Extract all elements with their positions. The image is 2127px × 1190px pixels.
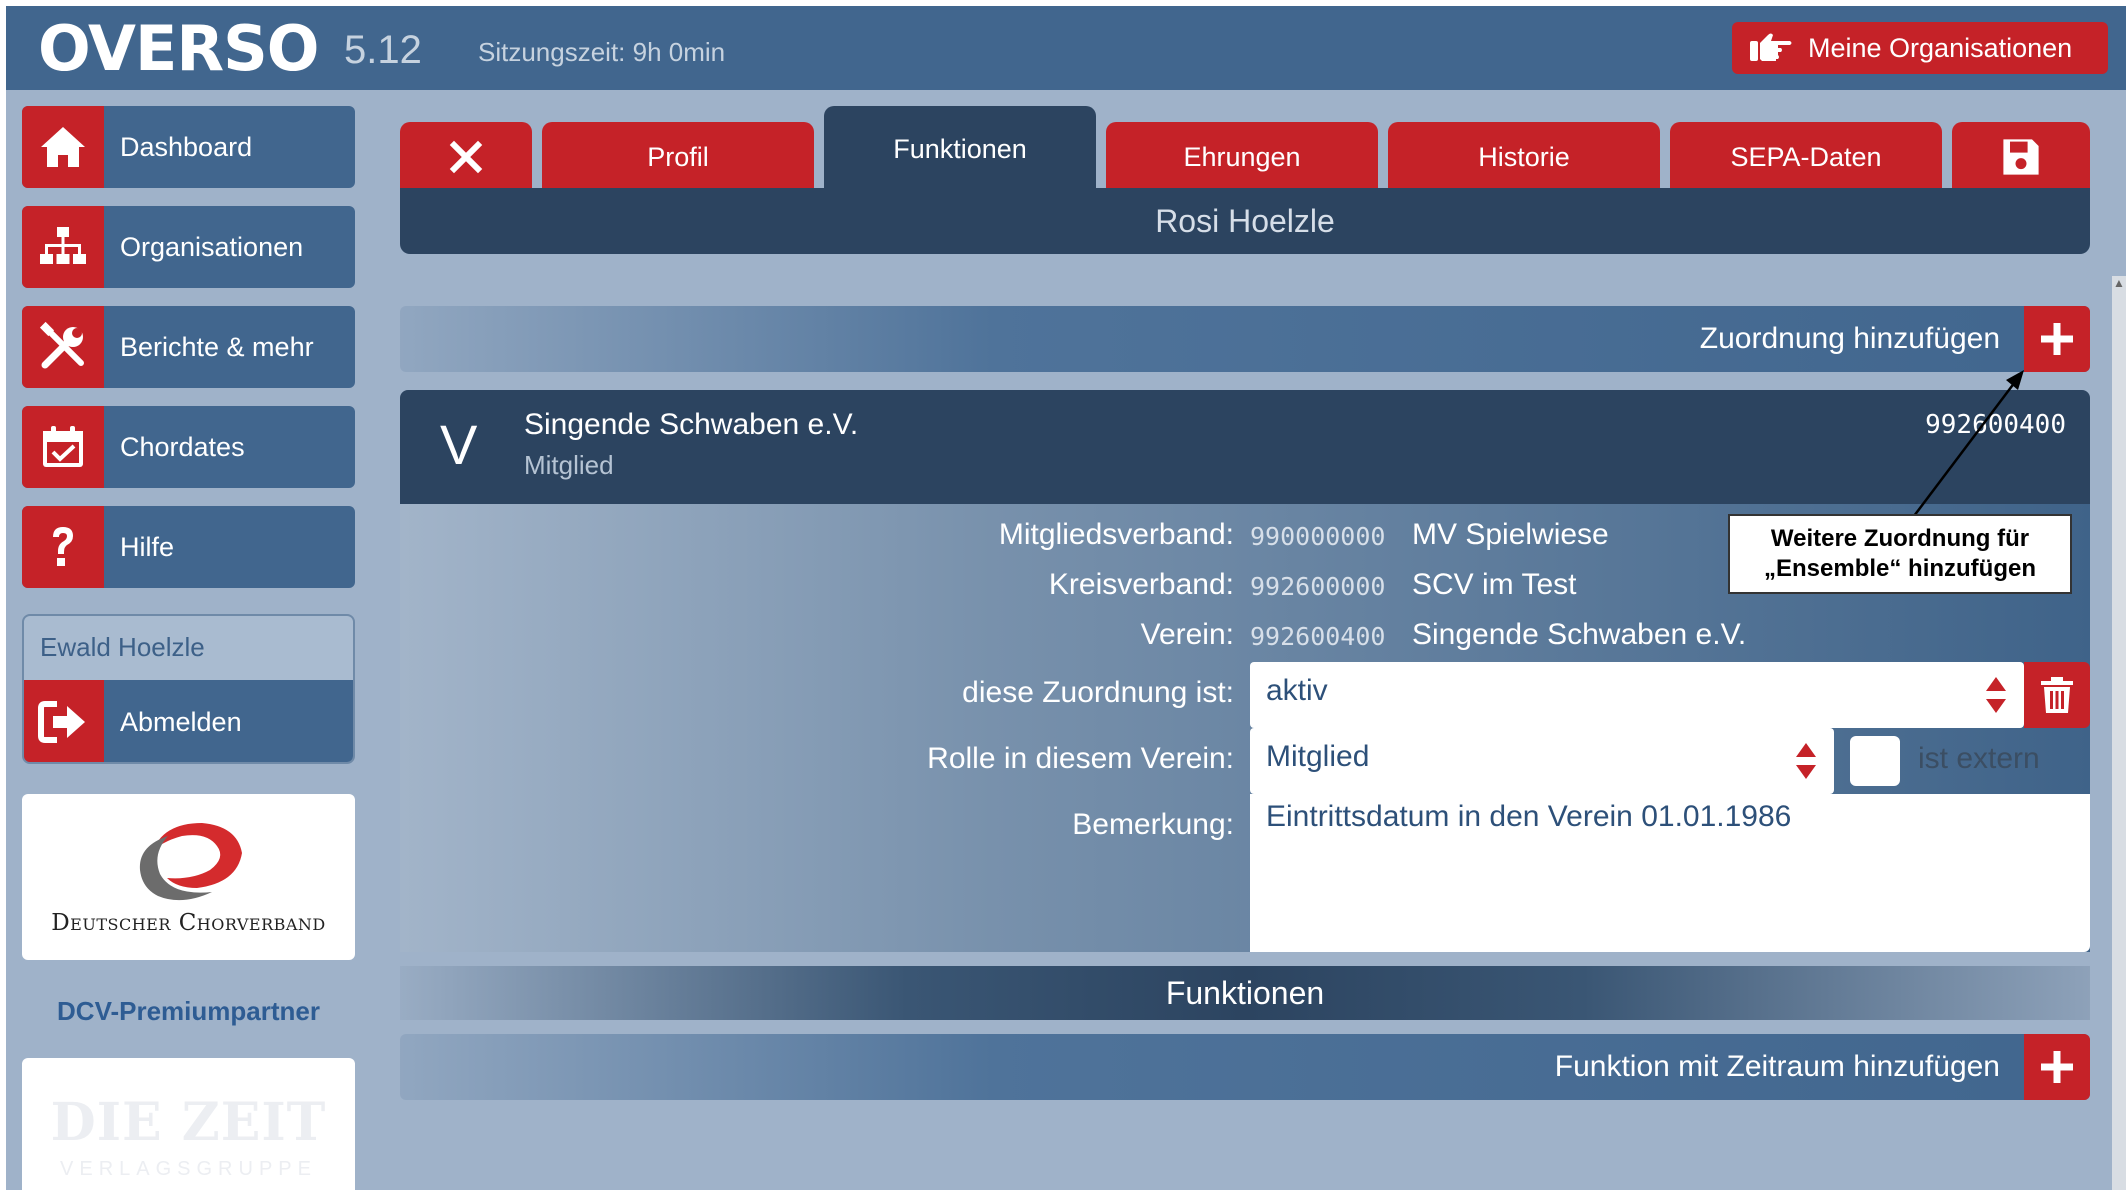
vertical-scrollbar[interactable] [2112, 276, 2126, 1190]
plus-icon [2041, 1051, 2073, 1083]
annotation-arrow-icon [1913, 370, 2024, 517]
mitgliedsverband-name: MV Spielwiese [1412, 518, 1609, 551]
sidebar-item-label: Chordates [120, 431, 245, 462]
add-function-button[interactable] [2024, 1034, 2090, 1100]
sidebar-item-label: Hilfe [120, 531, 175, 562]
app-window: OVERSO 5.12 Sitzungszeit: 9h 0min Meine … [6, 6, 2126, 1190]
status-select[interactable]: aktiv [1250, 662, 2024, 728]
annotation-callout: Weitere Zuordnung für „Ensemble“ hinzufü… [1728, 514, 2072, 594]
sidebar-item-label: Berichte & mehr [120, 331, 314, 362]
home-icon [41, 127, 85, 167]
add-function-label: Funktion mit Zeitraum hinzufügen [1554, 1050, 2000, 1083]
kreisverband-label: Kreisverband: [1048, 568, 1234, 601]
app-logo: OVERSO [38, 12, 319, 85]
sidebar-item-dashboard[interactable]: Dashboard [22, 106, 355, 188]
add-assignment-bar: Zuordnung hinzufügen [400, 306, 2090, 372]
org-role: Mitglied [524, 450, 614, 480]
zeit-logo: DIE ZEIT VERLAGSGRUPPE [22, 1058, 355, 1190]
save-button[interactable] [1952, 122, 2090, 192]
mitgliedsverband-label: Mitgliedsverband: [998, 518, 1234, 551]
my-organizations-button[interactable]: Meine Organisationen [1732, 22, 2108, 74]
user-name: Ewald Hoelzle [40, 632, 205, 662]
sidebar-item-organisationen[interactable]: Organisationen [22, 206, 355, 288]
verein-number: 992600400 [1250, 622, 1386, 651]
person-name-title: Rosi Hoelzle [400, 188, 2090, 254]
add-assignment-button[interactable] [2024, 306, 2090, 372]
sidebar-item-berichte[interactable]: Berichte & mehr [22, 306, 355, 388]
role-value: Mitglied [1266, 740, 1370, 773]
remark-label: Bemerkung: [1072, 808, 1234, 841]
user-box: Ewald Hoelzle Abmelden [22, 614, 355, 764]
dcv-swoosh-icon [139, 823, 242, 901]
sidebar-item-label: Organisationen [120, 231, 304, 262]
sidebar-item-hilfe[interactable]: Hilfe [22, 506, 355, 588]
zeit-logo-text: DIE ZEIT [50, 1092, 327, 1153]
tab-funktionen[interactable]: Funktionen [824, 106, 1096, 192]
tab-profil[interactable]: Profil [542, 122, 814, 192]
session-time: Sitzungszeit: 9h 0min [478, 37, 726, 67]
extern-checkbox[interactable] [1850, 736, 1900, 786]
sign-out-icon [38, 701, 85, 743]
save-icon [2003, 139, 2039, 175]
role-label: Rolle in diesem Verein: [927, 742, 1234, 775]
calendar-check-icon [43, 426, 83, 467]
role-select[interactable]: Mitglied [1250, 728, 1834, 794]
org-type-letter: V [440, 413, 478, 476]
delete-assignment-button[interactable] [2024, 662, 2090, 728]
trash-icon [2041, 677, 2073, 713]
remark-textarea[interactable]: Eintrittsdatum in den Verein 01.01.1986 [1250, 794, 2090, 952]
dcv-logo: Deutscher Chorverband [22, 794, 355, 960]
verein-label: Verein: [1140, 618, 1234, 651]
status-value: aktiv [1266, 674, 1328, 707]
tab-ehrungen[interactable]: Ehrungen [1106, 122, 1378, 192]
tools-icon [39, 321, 84, 369]
add-function-bar: Funktion mit Zeitraum hinzufügen [400, 1034, 2090, 1100]
dcv-logo-text: Deutscher Chorverband [51, 910, 326, 936]
select-arrows-icon [1986, 677, 2006, 713]
logout-label: Abmelden [120, 706, 242, 737]
annotation-line-2: „Ensemble“ hinzufügen [1763, 555, 2036, 582]
tab-sepa-daten[interactable]: SEPA-Daten [1670, 122, 1942, 192]
mitgliedsverband-number: 990000000 [1250, 522, 1386, 551]
close-icon [449, 140, 483, 174]
functions-heading: Funktionen [400, 966, 2090, 1020]
close-tab-button[interactable] [400, 122, 532, 192]
add-assignment-label: Zuordnung hinzufügen [1699, 322, 2000, 355]
sidebar-item-label: Dashboard [120, 131, 253, 162]
top-bar: OVERSO 5.12 Sitzungszeit: 9h 0min Meine … [6, 6, 2126, 90]
zeit-logo-subtext: VERLAGSGRUPPE [60, 1158, 317, 1180]
verein-name: Singende Schwaben e.V. [1412, 618, 1747, 651]
logout-button[interactable]: Abmelden [24, 680, 353, 762]
plus-icon [2041, 323, 2073, 355]
scroll-up-icon[interactable]: ▲ [2112, 276, 2126, 292]
pointing-hand-icon [1750, 33, 1792, 61]
tab-historie[interactable]: Historie [1388, 122, 1660, 192]
select-arrows-icon [1796, 743, 1816, 779]
app-version: 5.12 [344, 28, 422, 72]
my-organizations-label: Meine Organisationen [1808, 32, 2073, 63]
sidebar-item-chordates[interactable]: Chordates [22, 406, 355, 488]
status-label: diese Zuordnung ist: [962, 676, 1234, 709]
org-chart-icon [40, 227, 86, 264]
assignment-card-header[interactable]: V Singende Schwaben e.V. Mitglied 992600… [400, 390, 2090, 504]
annotation-line-1: Weitere Zuordnung für [1770, 525, 2030, 552]
remark-value: Eintrittsdatum in den Verein 01.01.1986 [1266, 800, 1792, 833]
extern-label: ist extern [1918, 742, 2040, 775]
kreisverband-name: SCV im Test [1412, 568, 1577, 601]
partner-caption: DCV-Premiumpartner [57, 996, 320, 1026]
question-icon [53, 527, 73, 566]
org-name: Singende Schwaben e.V. [524, 408, 859, 441]
kreisverband-number: 992600000 [1250, 572, 1386, 601]
